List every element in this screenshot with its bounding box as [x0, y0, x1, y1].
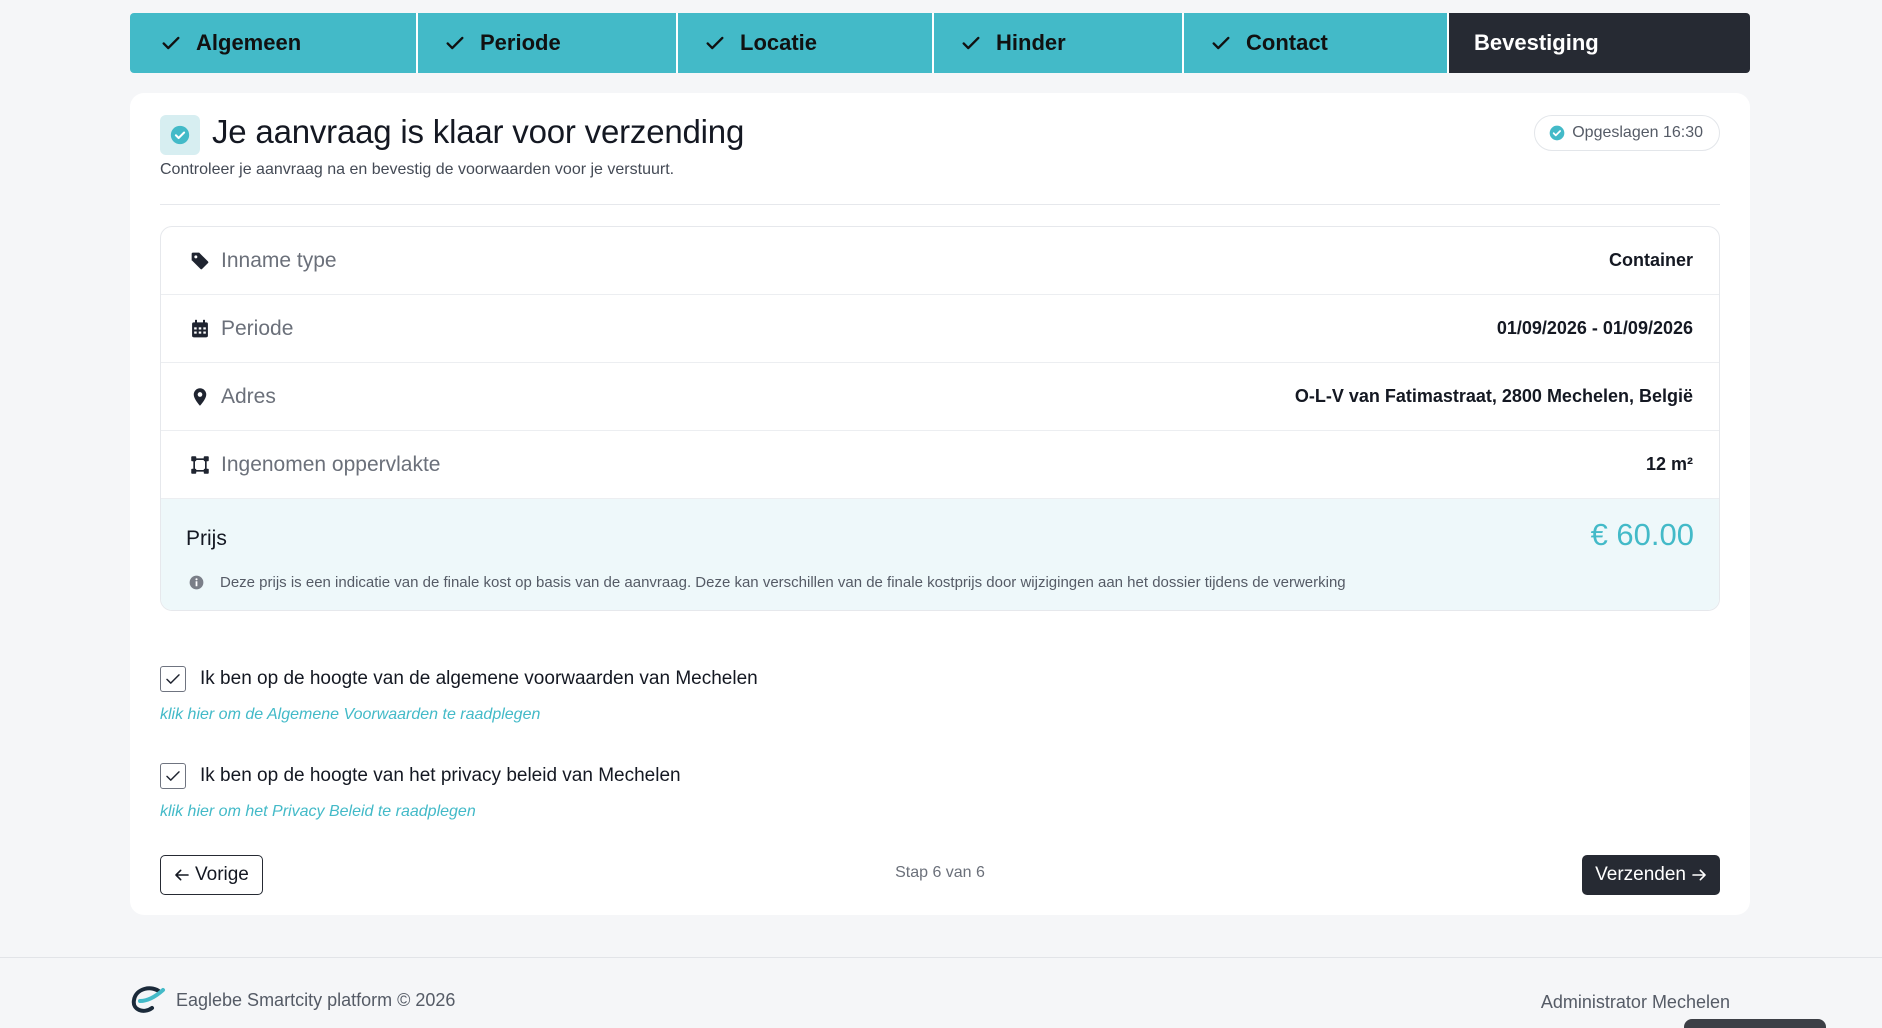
step-contact[interactable]: Contact: [1184, 13, 1449, 73]
privacy-link[interactable]: klik hier om het Privacy Beleid te raadp…: [160, 803, 681, 821]
agreement-privacy: Ik ben op de hoogte van het privacy bele…: [160, 763, 681, 821]
checkmark-icon: [1212, 36, 1230, 50]
footer-divider: [0, 957, 1882, 958]
tag-icon: [189, 250, 211, 272]
header-check-badge: [160, 115, 200, 155]
checkmark-icon: [166, 674, 180, 684]
step-label: Bevestiging: [1474, 30, 1599, 55]
terms-label[interactable]: Ik ben op de hoogte van de algemene voor…: [200, 668, 758, 690]
checkmark-icon: [706, 36, 724, 50]
agreement-terms: Ik ben op de hoogte van de algemene voor…: [160, 666, 758, 724]
price-label: Prijs: [186, 527, 227, 550]
confirmation-card: Je aanvraag is klaar voor verzending Con…: [130, 93, 1750, 915]
summary-value: 01/09/2026 - 01/09/2026: [1496, 318, 1693, 338]
check-circle-icon: [170, 125, 190, 145]
step-locatie[interactable]: Locatie: [678, 13, 934, 73]
step-indicator: Stap 6 van 6: [895, 864, 985, 881]
checkmark-icon: [446, 36, 464, 50]
step-label: Periode: [480, 30, 561, 55]
summary-row-periode: Periode 01/09/2026 - 01/09/2026: [161, 295, 1719, 363]
summary-row-oppervlakte: Ingenomen oppervlakte 12 m²: [161, 431, 1719, 499]
info-icon: [189, 575, 204, 590]
floating-tab[interactable]: [1684, 1019, 1826, 1028]
summary-label: Adres: [221, 384, 276, 408]
saved-status-text: Opgeslagen 16:30: [1572, 124, 1703, 141]
checkmark-icon: [962, 36, 980, 50]
summary-label: Periode: [221, 316, 294, 340]
summary-row-inname-type: Inname type Container: [161, 227, 1719, 295]
privacy-label[interactable]: Ik ben op de hoogte van het privacy bele…: [200, 765, 681, 787]
step-periode[interactable]: Periode: [418, 13, 678, 73]
calendar-icon: [189, 318, 211, 340]
step-hinder[interactable]: Hinder: [934, 13, 1184, 73]
terms-checkbox[interactable]: [160, 666, 186, 692]
step-bevestiging[interactable]: Bevestiging: [1449, 13, 1750, 73]
price-note: Deze prijs is een indicatie van de final…: [189, 574, 1346, 591]
summary-label: Inname type: [221, 248, 337, 272]
map-pin-icon: [189, 386, 211, 408]
summary-value: 12 m²: [1645, 454, 1693, 474]
check-circle-icon: [1549, 125, 1565, 141]
terms-link[interactable]: klik hier om de Algemene Voorwaarden te …: [160, 706, 758, 724]
page-subtitle: Controleer je aanvraag na en bevestig de…: [160, 161, 675, 178]
price-block: Prijs € 60.00 Deze prijs is een indicati…: [161, 499, 1719, 610]
step-label: Hinder: [996, 30, 1066, 55]
submit-button-label: Verzenden: [1595, 864, 1686, 885]
request-summary: Inname type Container Periode 01/09/2026…: [160, 226, 1720, 611]
summary-row-adres: Adres O-L-V van Fatimastraat, 2800 Meche…: [161, 363, 1719, 431]
privacy-checkbox[interactable]: [160, 763, 186, 789]
area-icon: [189, 454, 211, 476]
eaglebe-logo-icon: [131, 986, 165, 1013]
step-algemeen[interactable]: Algemeen: [130, 13, 418, 73]
progress-stepper: Algemeen Periode Locatie Hinder Contact …: [130, 13, 1750, 73]
footer-user[interactable]: Administrator Mechelen: [1541, 992, 1730, 1013]
summary-label: Ingenomen oppervlakte: [221, 452, 441, 476]
saved-status-badge: Opgeslagen 16:30: [1534, 115, 1720, 151]
step-label: Locatie: [740, 30, 818, 55]
page-title: Je aanvraag is klaar voor verzending: [212, 113, 745, 150]
submit-button[interactable]: Verzenden: [1582, 855, 1720, 895]
footer-platform: Eaglebe Smartcity platform © 2026: [176, 990, 456, 1010]
price-value: € 60.00: [1590, 517, 1694, 552]
step-label: Algemeen: [196, 30, 302, 55]
summary-value: Container: [1608, 250, 1693, 270]
price-note-text: Deze prijs is een indicatie van de final…: [220, 574, 1346, 591]
checkmark-icon: [166, 771, 180, 781]
checkmark-icon: [162, 36, 180, 50]
header-divider: [160, 204, 1720, 205]
arrow-right-icon: [1692, 869, 1706, 881]
step-label: Contact: [1246, 30, 1328, 55]
summary-value: O-L-V van Fatimastraat, 2800 Mechelen, B…: [1294, 386, 1693, 406]
